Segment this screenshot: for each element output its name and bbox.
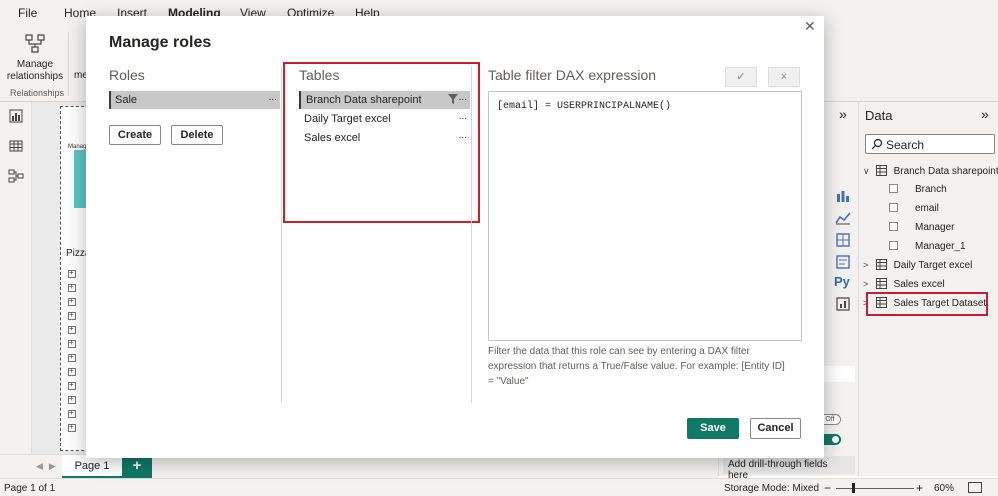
add-page-button[interactable]: +: [122, 455, 152, 479]
left-nav: [0, 102, 32, 454]
line-chart-icon[interactable]: [835, 210, 851, 226]
expand-icon[interactable]: [68, 366, 76, 376]
expand-icon[interactable]: [68, 268, 76, 278]
column-divider: [281, 66, 282, 403]
role-label: Sale: [115, 94, 138, 106]
manage-relationships-button[interactable]: Manage relationships: [4, 32, 66, 83]
dax-help-text: Filter the data that this role can see b…: [488, 346, 785, 387]
field-label: Manager: [915, 222, 955, 233]
storage-mode[interactable]: Storage Mode: Mixed: [724, 483, 819, 494]
expand-icon[interactable]: [68, 338, 76, 348]
expand-icon[interactable]: [68, 310, 76, 320]
column-divider: [471, 66, 472, 403]
more-visuals-icon[interactable]: [835, 296, 851, 312]
expand-icon[interactable]: [68, 324, 76, 334]
expand-icon[interactable]: [68, 394, 76, 404]
manage-relationships-label-1: Manage: [16, 59, 54, 70]
menu-file[interactable]: File: [18, 6, 37, 20]
zoom-out-button[interactable]: −: [824, 481, 831, 495]
zoom-level: 60%: [934, 483, 955, 494]
card-icon[interactable]: [835, 254, 851, 270]
zoom-slider[interactable]: [836, 488, 914, 489]
field-checkbox[interactable]: [889, 222, 898, 231]
save-button[interactable]: Save: [687, 418, 739, 439]
collapse-viz-icon[interactable]: »: [839, 106, 847, 122]
stacked-bar-icon[interactable]: [835, 188, 851, 204]
data-search-input[interactable]: Search: [865, 134, 995, 154]
dax-header: Table filter DAX expression: [488, 67, 657, 83]
tree-table-label: Daily Target excel: [893, 260, 973, 271]
report-view-icon[interactable]: [8, 108, 24, 124]
python-visual-icon[interactable]: Py: [834, 274, 850, 289]
chevron-right-icon[interactable]: >: [863, 279, 873, 289]
expand-icon[interactable]: [68, 408, 76, 418]
expand-icon[interactable]: [68, 282, 76, 292]
table-icon: [875, 165, 887, 176]
dax-accept-button[interactable]: ✓: [725, 67, 757, 87]
tree-table-label: Sales excel: [893, 279, 945, 290]
status-bar: Page 1 of 1 Storage Mode: Mixed − + 60%: [0, 478, 998, 496]
manage-roles-dialog: Manage roles ✕ Roles Sale ... Create Del…: [86, 16, 824, 458]
table-icon: [875, 259, 887, 270]
page-tab-1[interactable]: Page 1: [62, 455, 122, 479]
create-role-button[interactable]: Create: [109, 125, 161, 145]
relationships-icon: [25, 34, 45, 53]
cancel-button[interactable]: Cancel: [750, 418, 801, 439]
model-view-icon[interactable]: [8, 168, 24, 184]
highlight-box-sales-target: [866, 292, 988, 316]
chevron-right-icon[interactable]: >: [863, 260, 873, 270]
field-manager-1[interactable]: Manager_1: [889, 241, 966, 257]
page-nav-arrows[interactable]: ◀▶: [36, 461, 62, 472]
close-icon[interactable]: ✕: [804, 18, 816, 35]
field-checkbox[interactable]: [889, 241, 898, 250]
roles-header: Roles: [109, 67, 145, 83]
search-placeholder: Search: [886, 138, 925, 152]
data-pane-title: Data: [865, 108, 893, 123]
fit-page-icon[interactable]: [968, 482, 982, 493]
manage-relationships-label-2: relationships: [6, 71, 64, 82]
search-icon: [871, 138, 883, 150]
field-checkbox[interactable]: [889, 203, 898, 212]
role-item-sale[interactable]: Sale ...: [109, 91, 280, 109]
ribbon-group-relationships: Relationships: [10, 88, 65, 98]
delete-role-button[interactable]: Delete: [171, 125, 223, 145]
field-email[interactable]: email: [889, 203, 939, 219]
zoom-in-button[interactable]: +: [916, 481, 923, 495]
expand-icon[interactable]: [68, 422, 76, 432]
expand-icon[interactable]: [68, 380, 76, 390]
tree-table-label: Branch Data sharepoint: [893, 166, 998, 177]
table-view-icon[interactable]: [8, 138, 24, 154]
zoom-slider-thumb[interactable]: [852, 483, 855, 493]
ribbon-separator: [68, 32, 69, 96]
more-options-icon[interactable]: ...: [269, 92, 277, 103]
dialog-title: Manage roles: [109, 34, 212, 51]
collapse-data-icon[interactable]: »: [981, 106, 989, 122]
page-count: Page 1 of 1: [4, 483, 56, 494]
matrix-icon[interactable]: [835, 232, 851, 248]
expand-icon[interactable]: [68, 296, 76, 306]
dax-expression[interactable]: [email] = USERPRINCIPALNAME(): [497, 101, 671, 112]
field-label: Branch: [915, 184, 947, 195]
table-icon: [875, 278, 887, 289]
dax-cancel-button[interactable]: ×: [768, 67, 800, 87]
data-pane: Data » Search ∨ Branch Data sharepoint B…: [858, 102, 998, 476]
tree-table-daily-target[interactable]: > Daily Target excel: [863, 259, 972, 275]
field-label: Manager_1: [915, 241, 966, 252]
field-label: email: [915, 203, 939, 214]
field-branch[interactable]: Branch: [889, 184, 947, 200]
expand-icon[interactable]: [68, 352, 76, 362]
tree-table-branch-data[interactable]: ∨ Branch Data sharepoint: [863, 165, 998, 181]
field-checkbox[interactable]: [889, 184, 898, 193]
dax-editor[interactable]: [email] = USERPRINCIPALNAME(): [488, 91, 802, 341]
highlight-box-tables: [283, 62, 480, 223]
field-manager[interactable]: Manager: [889, 222, 954, 238]
drill-through-well[interactable]: Add drill-through fields here: [723, 456, 855, 481]
chevron-down-icon[interactable]: ∨: [863, 166, 873, 177]
